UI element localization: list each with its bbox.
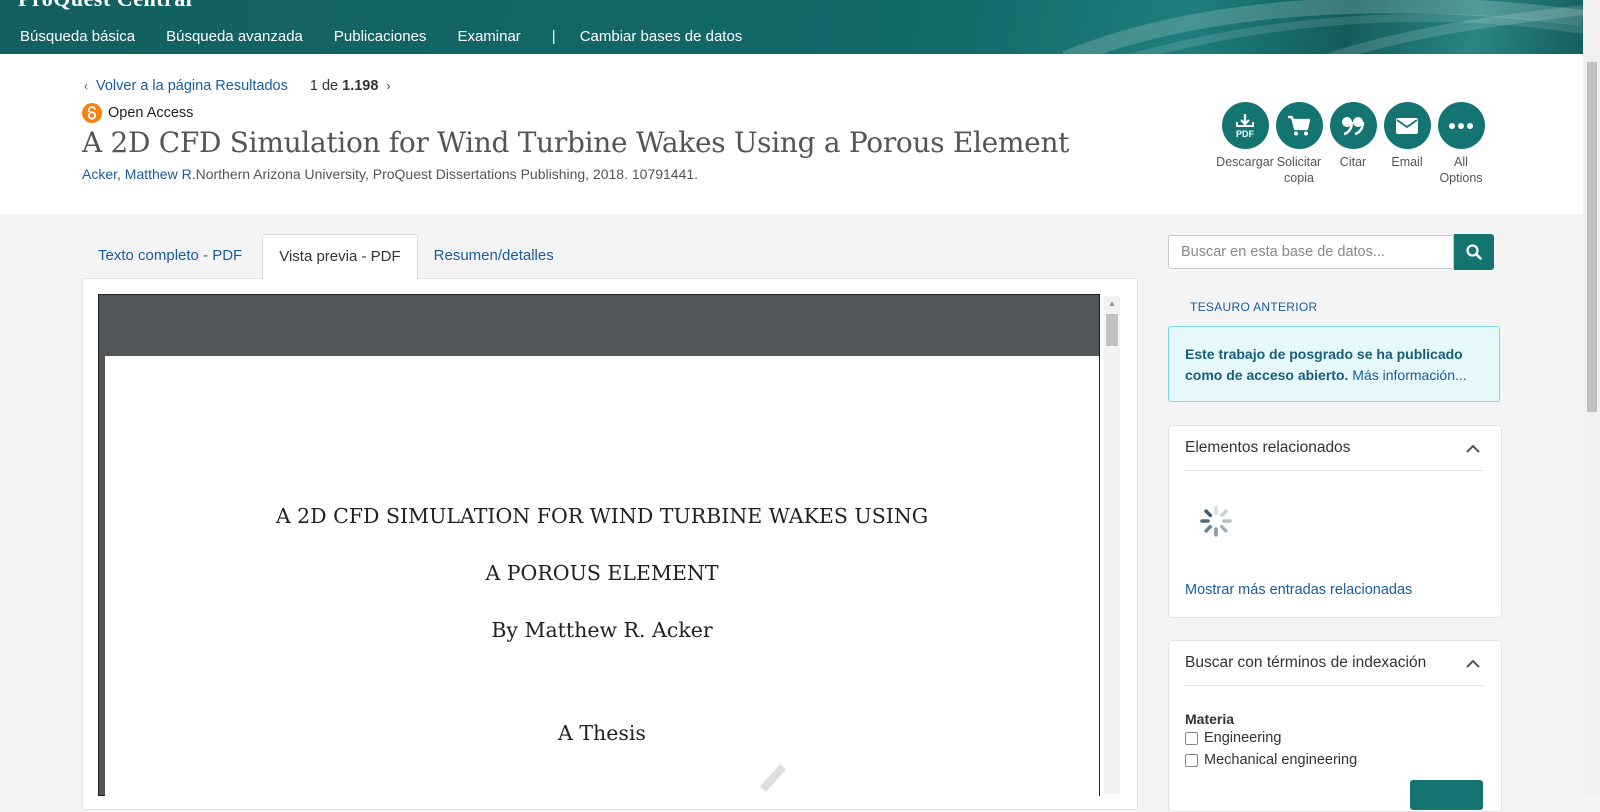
index-terms-card: Buscar con términos de indexación Materi… (1168, 640, 1502, 812)
email-button[interactable]: Email (1380, 102, 1434, 186)
related-items-title: Elementos relacionados (1185, 439, 1351, 456)
main-nav: Búsqueda básica Búsqueda avanzada Public… (20, 28, 773, 45)
chevron-left-icon: ‹ (84, 79, 88, 93)
related-items-card: Elementos relacionados Mostrar más entra… (1168, 425, 1502, 618)
scroll-up-arrow-icon[interactable]: ▲ (1108, 299, 1116, 308)
quote-icon (1329, 102, 1377, 149)
open-access-badge: Open Access (82, 103, 193, 123)
all-options-button[interactable]: All Options (1434, 102, 1488, 186)
nav-publications[interactable]: Publicaciones (334, 28, 427, 45)
chevron-up-icon[interactable] (1463, 653, 1483, 673)
open-access-label: Open Access (108, 105, 194, 121)
download-pdf-button[interactable]: PDF Descargar (1216, 102, 1274, 186)
result-pager: 1 de 1.198 › (310, 78, 391, 94)
request-copy-label: Solicitar copia (1276, 155, 1322, 185)
search-button[interactable] (1454, 234, 1494, 270)
email-label: Email (1391, 155, 1423, 169)
nav-basic-search[interactable]: Búsqueda básica (20, 28, 135, 45)
envelope-icon (1383, 102, 1431, 149)
pager-of: de (321, 78, 339, 94)
download-label: Descargar (1216, 155, 1274, 169)
tab-abstract-details[interactable]: Resumen/detalles (418, 234, 570, 278)
subject-group-label: Materia (1185, 711, 1235, 727)
open-access-lock-icon (82, 103, 102, 123)
pdf-page: A 2D CFD SIMULATION FOR WIND TURBINE WAK… (105, 356, 1099, 796)
pager-current: 1 (309, 78, 318, 94)
subject-option-mechanical-engineering: Mechanical engineering (1185, 752, 1357, 768)
citation-text: Northern Arizona University, ProQuest Di… (195, 166, 699, 182)
engineering-label: Engineering (1204, 730, 1282, 746)
pdf-scroll-thumb[interactable] (1106, 314, 1118, 346)
mechanical-engineering-label: Mechanical engineering (1204, 752, 1358, 768)
tab-preview-pdf[interactable]: Vista previa - PDF (262, 234, 418, 279)
open-access-info-box: Este trabajo de posgrado se ha publicado… (1168, 326, 1500, 402)
top-navigation-bar: ProQuest Central Búsqueda básica Búsqued… (0, 0, 1583, 54)
engineering-checkbox[interactable] (1185, 731, 1198, 745)
svg-text:PDF: PDF (1236, 129, 1255, 139)
pdf-author-line: By Matthew R. Acker (491, 618, 713, 642)
nav-browse[interactable]: Examinar (457, 28, 520, 45)
more-dots-icon (1437, 102, 1485, 149)
author-link[interactable]: Acker, Matthew R. (82, 166, 196, 182)
show-more-related-link[interactable]: Mostrar más entradas relacionadas (1185, 582, 1412, 598)
index-terms-header: Buscar con términos de indexación (1185, 641, 1483, 686)
pdf-download-icon: PDF (1221, 102, 1269, 149)
nav-separator: | (551, 28, 556, 45)
all-options-label: All Options (1439, 155, 1483, 185)
database-search (1168, 234, 1494, 270)
index-search-button[interactable] (1410, 780, 1483, 810)
cite-button[interactable]: Citar (1326, 102, 1380, 186)
document-title: A 2D CFD Simulation for Wind Turbine Wak… (82, 126, 1070, 159)
previous-thesaurus-link[interactable]: TESAURO ANTERIOR (1190, 300, 1317, 314)
back-to-results-label: Volver a la página Resultados (96, 78, 288, 94)
search-icon (1466, 244, 1482, 260)
pdf-viewer-scrollbar[interactable]: ▲ (1104, 296, 1120, 794)
pager-total: 1.198 (342, 78, 379, 94)
nav-advanced-search[interactable]: Búsqueda avanzada (166, 28, 303, 45)
results-navigation: ‹ Volver a la página Resultados 1 de 1.19… (84, 78, 390, 94)
tab-full-text-pdf[interactable]: Texto completo - PDF (82, 234, 258, 278)
request-copy-button[interactable]: Solicitar copia (1272, 102, 1326, 186)
index-terms-title: Buscar con términos de indexación (1185, 654, 1427, 671)
window-scrollbar[interactable] (1583, 0, 1600, 794)
brand-logo[interactable]: ProQuest Central (18, 0, 192, 12)
chevron-up-icon[interactable] (1463, 438, 1483, 458)
cart-icon (1275, 102, 1323, 149)
related-items-header: Elementos relacionados (1185, 426, 1483, 471)
loading-spinner-icon (1200, 505, 1232, 537)
back-to-results-link[interactable]: ‹ Volver a la página Resultados (84, 78, 288, 94)
pdf-thesis-line: A Thesis (558, 721, 646, 745)
pdf-title-line-1: A 2D CFD SIMULATION FOR WIND TURBINE WAK… (275, 504, 929, 528)
cite-label: Citar (1339, 155, 1367, 169)
subject-option-engineering: Engineering (1185, 730, 1281, 746)
window-scroll-thumb[interactable] (1587, 62, 1597, 412)
more-info-link[interactable]: Más información... (1352, 367, 1466, 383)
next-result-chevron-icon[interactable]: › (386, 79, 390, 93)
database-search-input[interactable] (1168, 235, 1454, 269)
pdf-title-line-2: A POROUS ELEMENT (485, 561, 719, 585)
header-swoosh-decoration (1063, 0, 1583, 54)
nav-change-databases[interactable]: Cambiar bases de datos (580, 28, 743, 45)
document-header: ‹ Volver a la página Resultados 1 de 1.19… (0, 54, 1583, 214)
document-byline: Acker, Matthew R.Northern Arizona Univer… (82, 166, 698, 182)
document-actions: PDF Descargar Solicitar copia Citar Emai… (1216, 102, 1488, 186)
document-tabs: Texto completo - PDF Vista previa - PDF … (82, 234, 570, 279)
mechanical-engineering-checkbox[interactable] (1185, 753, 1198, 767)
